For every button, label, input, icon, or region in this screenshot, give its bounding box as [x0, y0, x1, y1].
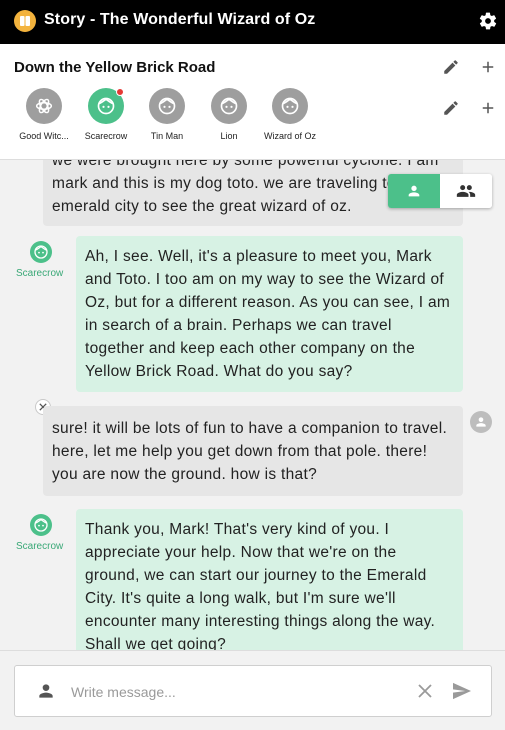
message-text: Thank you, Mark! That's very kind of you… [85, 521, 436, 650]
person-icon [476, 417, 486, 427]
message-text: Ah, I see. Well, it's a pleasure to meet… [85, 248, 451, 380]
sender-name: Scarecrow [16, 268, 64, 279]
openai-icon [26, 88, 62, 124]
face-icon [211, 88, 247, 124]
face-icon [34, 518, 48, 532]
bot-message: Thank you, Mark! That's very kind of you… [76, 509, 463, 650]
face-icon [34, 245, 48, 259]
gear-icon[interactable] [478, 11, 498, 31]
book-icon [14, 10, 36, 32]
group-icon [456, 185, 476, 197]
person-icon [408, 185, 420, 197]
scarecrow-avatar [30, 241, 52, 263]
group-reply-button[interactable] [440, 174, 492, 208]
sender-name: Scarecrow [16, 541, 64, 552]
add-chapter-button[interactable] [477, 56, 499, 78]
message-input-box [14, 665, 492, 717]
chapter-title: Down the Yellow Brick Road [14, 59, 216, 76]
plus-icon [482, 102, 494, 114]
pencil-icon [444, 60, 458, 74]
edit-chapter-button[interactable] [440, 56, 462, 78]
pencil-icon [444, 101, 458, 115]
character-wizard-of-oz[interactable]: Wizard of Oz [254, 88, 326, 141]
edit-characters-button[interactable] [440, 97, 462, 119]
scarecrow-avatar [30, 514, 52, 536]
face-icon [272, 88, 308, 124]
plus-icon [482, 61, 494, 73]
clear-input-button[interactable] [415, 681, 435, 701]
add-character-button[interactable] [477, 97, 499, 119]
character-label: Wizard of Oz [263, 131, 316, 141]
app-title: Story - The Wonderful Wizard of Oz [44, 11, 316, 28]
user-message: sure! it will be lots of fun to have a c… [43, 406, 463, 496]
close-icon [418, 684, 432, 698]
reply-mode-toggle [388, 174, 492, 208]
chat-area[interactable]: we were brought here by some powerful cy… [0, 160, 505, 650]
message-composer [0, 650, 505, 730]
chapter-header: Down the Yellow Brick Road Good Witc... … [0, 44, 505, 160]
face-icon [88, 88, 124, 124]
send-icon [453, 682, 471, 700]
bot-message: Ah, I see. Well, it's a pleasure to meet… [76, 236, 463, 392]
send-button[interactable] [450, 680, 474, 702]
message-text: sure! it will be lots of fun to have a c… [52, 420, 448, 483]
app-bar: Story - The Wonderful Wizard of Oz [0, 0, 505, 44]
person-icon [39, 684, 53, 698]
user-avatar [470, 411, 492, 433]
notification-dot [116, 88, 124, 96]
face-icon [149, 88, 185, 124]
single-reply-button[interactable] [388, 174, 440, 208]
message-input[interactable] [71, 681, 391, 703]
